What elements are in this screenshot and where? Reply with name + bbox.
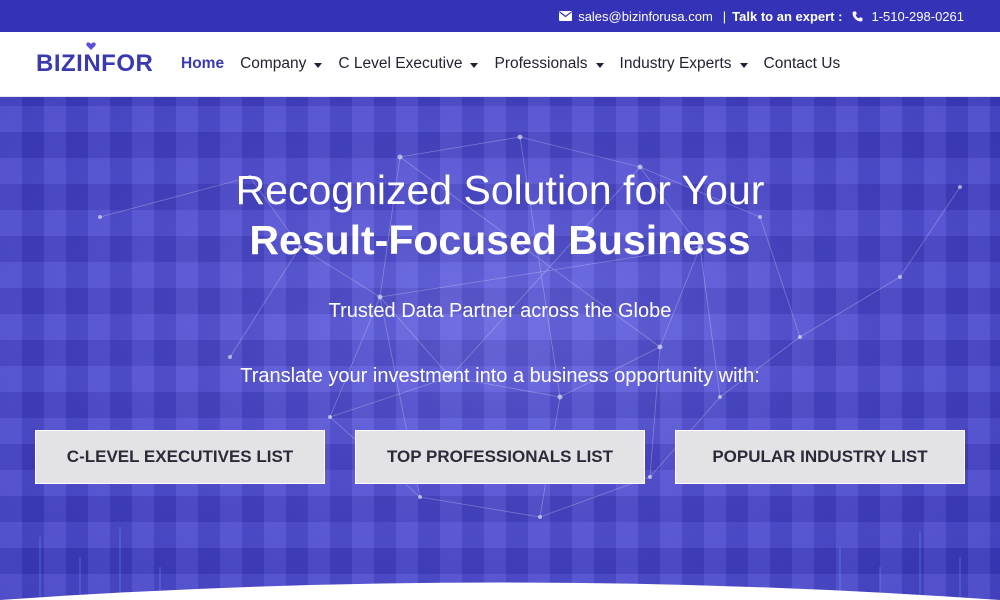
main-navbar: BIZINFOR Home Company C Level Executive … <box>0 32 1000 97</box>
nav-item-label: C Level Executive <box>338 55 463 72</box>
hero-subtitle: Trusted Data Partner across the Globe <box>328 300 672 322</box>
email-text: sales@bizinforusa.com <box>578 8 713 24</box>
envelope-icon <box>559 11 573 21</box>
caret-down-icon <box>739 62 748 68</box>
hero-tagline: Translate your investment into a busines… <box>240 365 760 387</box>
nav-item-home[interactable]: Home <box>181 55 224 73</box>
separator: | <box>722 8 727 24</box>
email-contact[interactable]: sales@bizinforusa.com <box>559 9 713 24</box>
nav-item-label: Company <box>240 55 307 72</box>
phone-contact[interactable]: 1-510-298-0261 <box>852 9 964 24</box>
hero-banner: Recognized Solution for Your Result-Focu… <box>0 97 1000 600</box>
nav-item-label: Professionals <box>494 55 588 72</box>
hero-title-line-1: Recognized Solution for Your <box>235 167 765 213</box>
top-professionals-list-button[interactable]: TOP PROFESSIONALS LIST <box>355 430 645 484</box>
nav-item-company[interactable]: Company <box>240 55 323 73</box>
c-level-executives-list-button[interactable]: C-LEVEL EXECUTIVES LIST <box>35 430 325 484</box>
hero-bottom-curve <box>0 582 1000 600</box>
caret-down-icon <box>470 62 479 68</box>
top-contact-bar: sales@bizinforusa.com | Talk to an exper… <box>0 0 1000 32</box>
hero-title-line-2: Result-Focused Business <box>249 217 751 263</box>
phone-text: 1-510-298-0261 <box>871 8 964 24</box>
nav-item-label: Industry Experts <box>619 55 732 72</box>
nav-item-industry-experts[interactable]: Industry Experts <box>620 55 748 73</box>
phone-icon <box>852 11 863 21</box>
nav-item-contact-us[interactable]: Contact Us <box>764 55 841 73</box>
caret-down-icon <box>314 62 323 68</box>
nav-menu: Home Company C Level Executive Professio… <box>181 55 856 73</box>
brand-logo[interactable]: BIZINFOR <box>36 42 164 78</box>
popular-industry-list-button[interactable]: POPULAR INDUSTRY LIST <box>675 430 965 484</box>
nav-item-c-level-executive[interactable]: C Level Executive <box>338 55 479 73</box>
logo-text: BIZINFOR <box>36 50 154 77</box>
nav-item-professionals[interactable]: Professionals <box>494 55 604 73</box>
caret-down-icon <box>595 62 604 68</box>
nav-item-label: Contact Us <box>763 55 841 72</box>
nav-item-label: Home <box>181 55 225 72</box>
talk-to-expert-label: Talk to an expert : <box>732 8 843 24</box>
logo-heart-icon <box>86 42 96 50</box>
